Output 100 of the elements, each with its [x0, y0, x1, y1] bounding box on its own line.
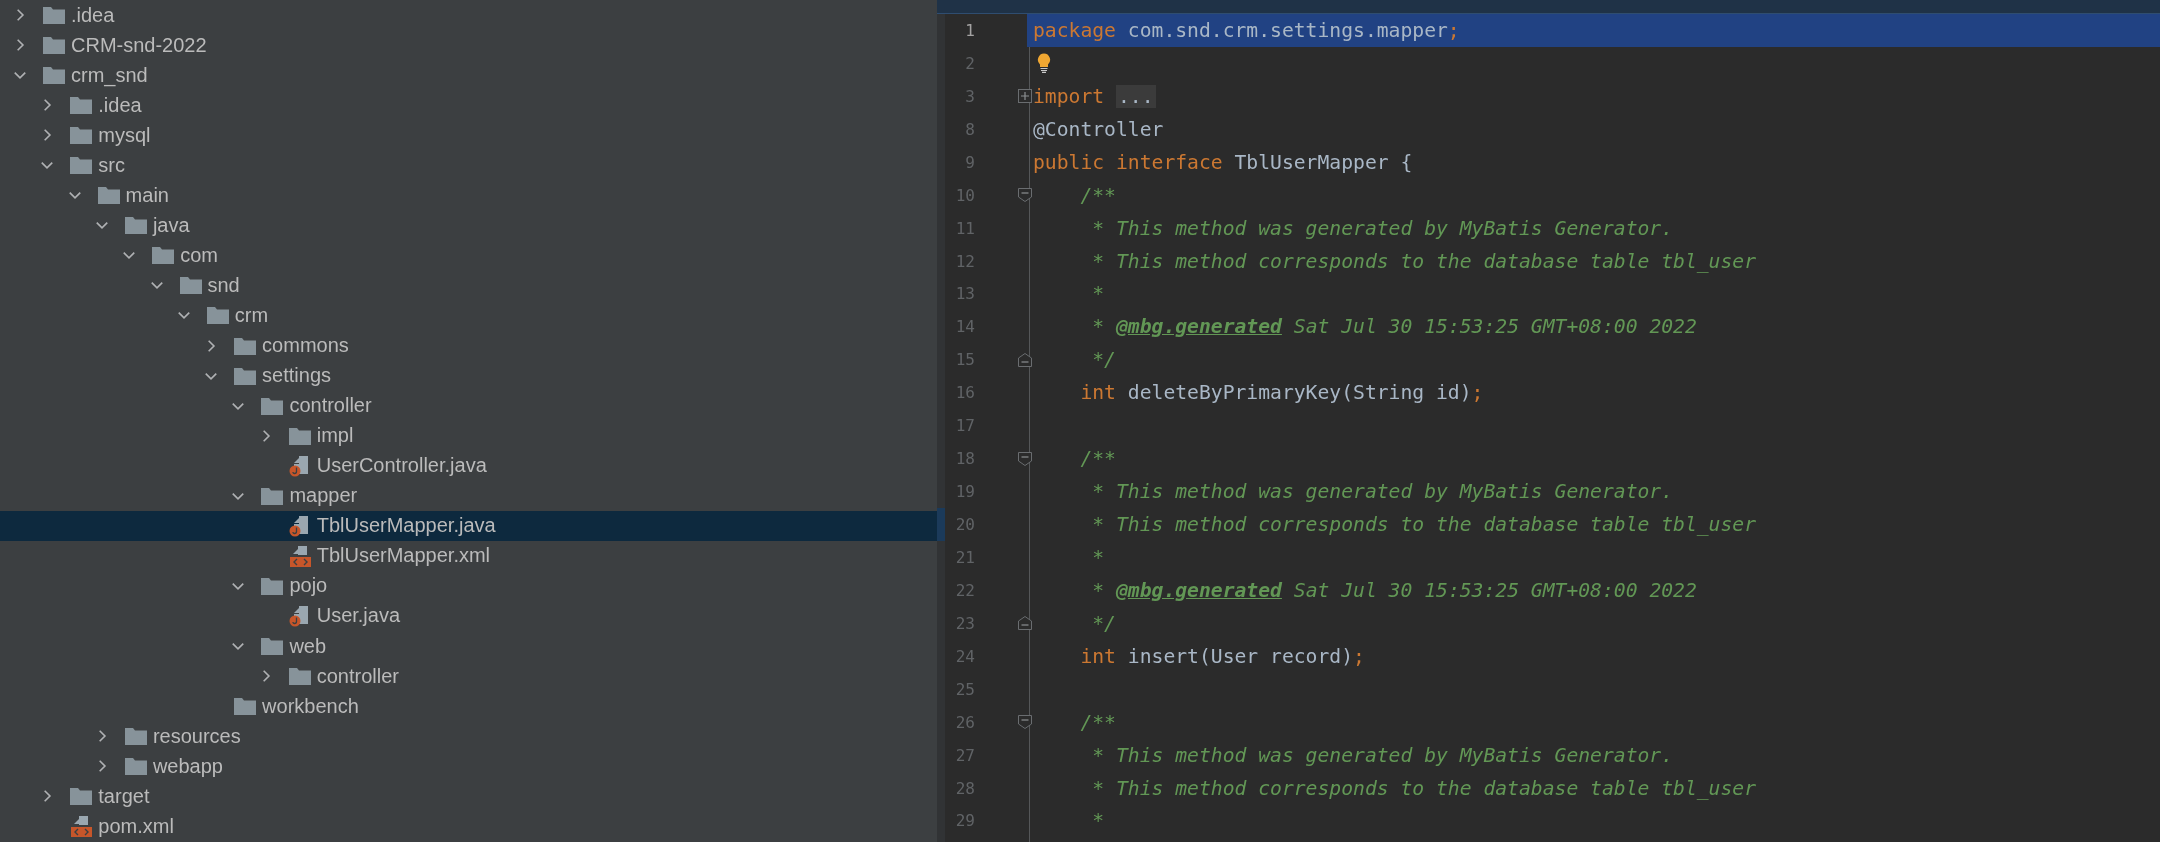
- tree-item-label: workbench: [262, 694, 359, 718]
- folder-icon: [43, 66, 65, 85]
- tree-item-label: crm_snd: [71, 63, 148, 87]
- tree-item-label: webapp: [152, 754, 223, 778]
- folder-icon: [234, 366, 257, 385]
- line-number: 27: [954, 745, 975, 765]
- line-number: 13: [954, 284, 975, 304]
- folder-icon: [124, 757, 147, 776]
- fold-end-icon[interactable]: [1018, 616, 1032, 631]
- code-line: */: [1091, 348, 1116, 372]
- fold-start-icon[interactable]: [1018, 188, 1032, 203]
- tree-row[interactable]: impl: [0, 420, 937, 451]
- tree-row[interactable]: pom.xml: [0, 811, 937, 842]
- folder-icon: [152, 246, 175, 265]
- fold-expand-icon[interactable]: [1018, 89, 1032, 104]
- tree-row[interactable]: target: [0, 781, 937, 812]
- fold-start-icon[interactable]: [1018, 715, 1032, 730]
- code-line: int insert(User record);: [1079, 644, 1365, 668]
- code-line: *: [1091, 809, 1105, 833]
- code-line: * This method corresponds to the database table tbl_user: [1091, 513, 1757, 537]
- tree-row[interactable]: User.java: [0, 600, 937, 631]
- line-number: 25: [954, 679, 975, 699]
- tree-row[interactable]: .idea: [0, 90, 937, 121]
- tree-item-label: com: [180, 243, 218, 267]
- folded-code-button[interactable]: ...: [1116, 84, 1156, 108]
- tree-row[interactable]: controller: [0, 661, 937, 692]
- tree-item-label: .idea: [71, 3, 115, 27]
- code-line: * This method corresponds to the database table tbl_user: [1091, 249, 1757, 273]
- tree-row[interactable]: TblUserMapper.xml: [0, 540, 937, 571]
- selected-tree-row[interactable]: TblUserMapper.java: [0, 510, 937, 541]
- tree-row[interactable]: settings: [0, 360, 937, 391]
- code-line: public interface TblUserMapper {: [1033, 150, 1413, 174]
- tree-row[interactable]: .idea: [0, 0, 937, 31]
- line-number: 26: [954, 712, 975, 732]
- xml-file-icon: [70, 815, 93, 838]
- tree-row[interactable]: snd: [0, 270, 937, 301]
- tree-row[interactable]: main: [0, 180, 937, 211]
- tree-item-label: resources: [152, 724, 241, 748]
- code-line: /**: [1079, 710, 1116, 734]
- tree-item-label: TblUserMapper.xml: [316, 544, 491, 568]
- fold-end-icon[interactable]: [1018, 352, 1032, 367]
- tree-row[interactable]: java: [0, 210, 937, 241]
- java-file-icon: [288, 514, 311, 537]
- tree-item-label: java: [152, 213, 190, 237]
- tree-row[interactable]: controller: [0, 390, 937, 421]
- tree-row[interactable]: webapp: [0, 751, 937, 782]
- code-line: * @mbg.generated Sat Jul 30 15:53:25 GMT+08:00 2022: [1091, 315, 1697, 339]
- folder-icon: [179, 276, 202, 295]
- line-number: 2: [964, 53, 975, 73]
- folder-icon: [70, 96, 93, 115]
- tree-item-label: snd: [207, 273, 240, 297]
- tree-row[interactable]: mapper: [0, 480, 937, 511]
- tree-row[interactable]: workbench: [0, 691, 937, 722]
- line-number: 18: [954, 449, 975, 469]
- tree-row[interactable]: mysql: [0, 120, 937, 151]
- tree-item-label: commons: [262, 334, 349, 358]
- tree-row[interactable]: web: [0, 631, 937, 662]
- line-number: 11: [954, 218, 975, 238]
- tree-row[interactable]: crm: [0, 300, 937, 331]
- folder-icon: [261, 396, 284, 415]
- tree-item-label: main: [125, 183, 169, 207]
- tree-row[interactable]: UserController.java: [0, 450, 937, 481]
- line-number: 17: [954, 416, 975, 436]
- folder-icon: [124, 727, 147, 746]
- tree-row[interactable]: CRM-snd-2022: [0, 30, 937, 61]
- tree-item-label: pojo: [289, 574, 328, 598]
- tree-row[interactable]: crm_snd: [0, 60, 937, 91]
- tree-row[interactable]: commons: [0, 330, 937, 361]
- tree-item-label: CRM-snd-2022: [71, 33, 207, 57]
- tree-item-label: controller: [316, 664, 399, 688]
- code-line: */: [1091, 611, 1116, 635]
- java-file-icon: [288, 604, 311, 627]
- line-number: 21: [954, 547, 975, 567]
- line-number: 8: [964, 119, 975, 139]
- folder-icon: [43, 6, 65, 24]
- tree-row[interactable]: com: [0, 240, 937, 271]
- code-line: /**: [1079, 447, 1116, 471]
- lightbulb-icon[interactable]: [1037, 53, 1051, 74]
- code-line: @Controller: [1033, 117, 1164, 141]
- tree-row[interactable]: resources: [0, 721, 937, 752]
- line-number: 12: [954, 251, 975, 271]
- tree-item-label: mysql: [98, 123, 151, 147]
- line-number: 29: [954, 811, 975, 831]
- fold-start-icon[interactable]: [1018, 451, 1032, 466]
- java-file-icon: [288, 454, 311, 477]
- code-line: int deleteByPrimaryKey(String id);: [1079, 381, 1484, 405]
- folder-icon: [234, 336, 257, 355]
- folder-icon: [288, 426, 311, 445]
- line-number: 1: [964, 20, 975, 40]
- code-line: *: [1091, 545, 1105, 569]
- tree-item-label: settings: [262, 364, 332, 388]
- folder-icon: [288, 667, 311, 686]
- tree-row[interactable]: src: [0, 150, 937, 181]
- line-number: 28: [954, 778, 975, 798]
- tree-row[interactable]: pojo: [0, 570, 937, 601]
- tree-item-label: pom.xml: [98, 814, 174, 838]
- folder-icon: [43, 36, 65, 55]
- tree-item-label: User.java: [316, 604, 401, 628]
- line-number: 19: [954, 482, 975, 502]
- folder-icon: [70, 156, 93, 175]
